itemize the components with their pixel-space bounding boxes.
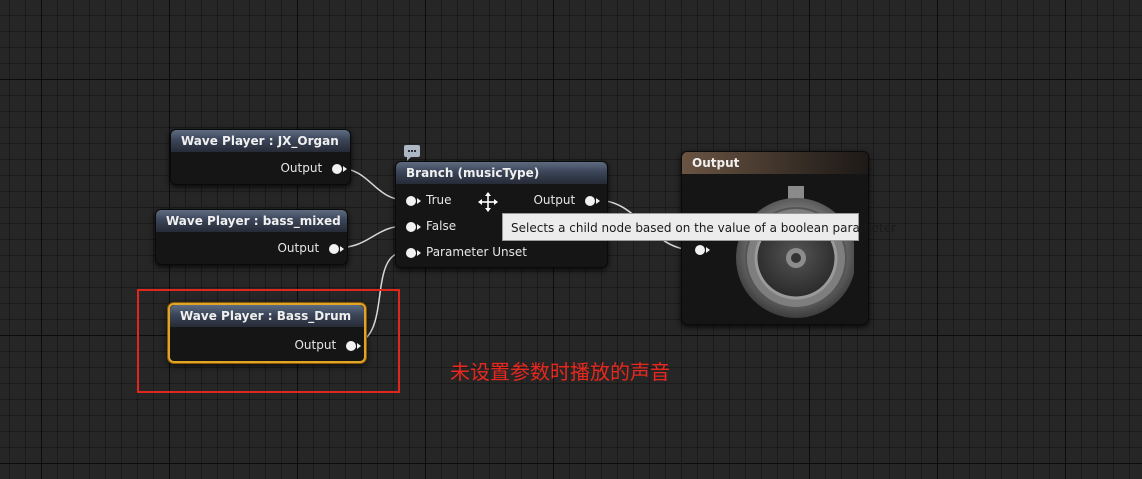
node-title: Output bbox=[682, 152, 868, 174]
output-label: Output bbox=[277, 241, 320, 255]
move-cursor-icon bbox=[478, 192, 498, 212]
comment-bubble-icon[interactable] bbox=[404, 145, 420, 161]
branch-tooltip: Selects a child node based on the value … bbox=[502, 213, 896, 241]
node-title: Branch (musicType) bbox=[396, 162, 607, 184]
output-pin-icon[interactable] bbox=[332, 163, 347, 174]
wave-player-node-jx-organ[interactable]: Wave Player : JX_Organ Output bbox=[170, 129, 351, 185]
node-title: Wave Player : bass_mixed bbox=[156, 210, 347, 232]
output-pin-icon[interactable] bbox=[585, 195, 600, 206]
input-pin-icon[interactable] bbox=[406, 195, 421, 206]
output-label: Output bbox=[280, 161, 323, 175]
output-pin-icon[interactable] bbox=[329, 243, 344, 254]
output-label: Output bbox=[533, 193, 576, 207]
input-pin-row-unset[interactable]: Parameter Unset bbox=[406, 244, 527, 260]
annotation-label: 未设置参数时播放的声音 bbox=[450, 360, 670, 384]
speaker-icon bbox=[736, 186, 854, 318]
input-pin-icon[interactable] bbox=[406, 247, 421, 258]
annotation-highlight-box bbox=[137, 289, 400, 393]
wave-player-node-bass-mixed[interactable]: Wave Player : bass_mixed Output bbox=[155, 209, 348, 265]
output-node-input-pin-icon[interactable] bbox=[695, 245, 710, 255]
input-pin-icon[interactable] bbox=[406, 221, 421, 232]
input-label-true: True bbox=[426, 193, 452, 207]
input-label-false: False bbox=[426, 219, 457, 233]
node-title: Wave Player : JX_Organ bbox=[171, 130, 350, 152]
input-pin-row-false[interactable]: False bbox=[406, 218, 456, 234]
output-pin-row[interactable]: Output bbox=[280, 160, 347, 176]
output-pin-row[interactable]: Output bbox=[277, 240, 344, 256]
input-label-unset: Parameter Unset bbox=[426, 245, 527, 259]
input-pin-row-true[interactable]: True bbox=[406, 192, 452, 208]
output-pin-row[interactable]: Output bbox=[533, 192, 600, 208]
